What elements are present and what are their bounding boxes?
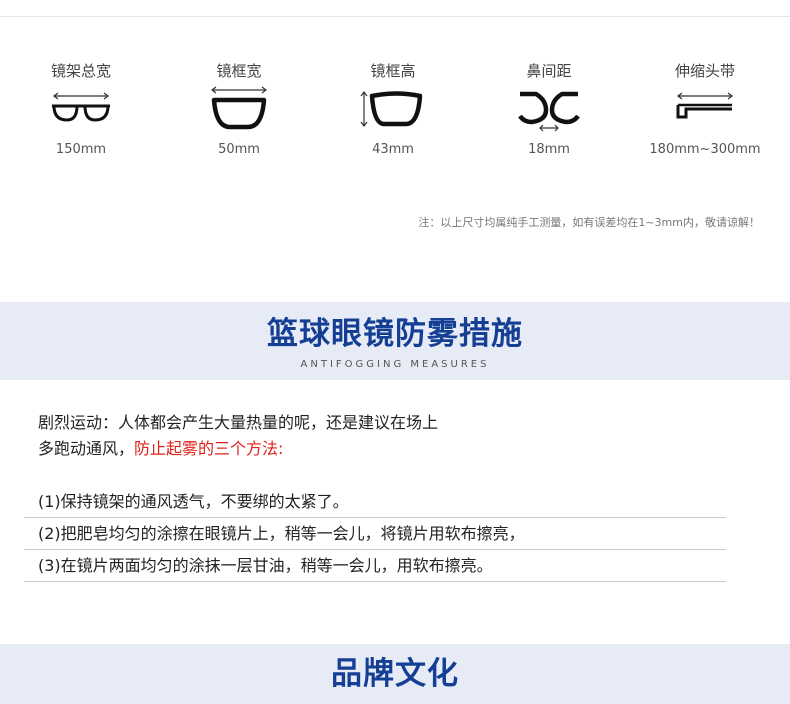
lens-width-icon xyxy=(164,82,314,136)
spec-value: 150mm xyxy=(55,142,107,157)
top-divider xyxy=(0,16,790,17)
measurement-note: 注：以上尺寸均属纯手工测量，如有误差均在1~3mm内，敬请谅解！ xyxy=(418,216,760,229)
spec-value: 180mm~300mm xyxy=(649,142,761,157)
spec-value: 43mm xyxy=(372,142,414,157)
spec-value: 18mm xyxy=(528,142,570,157)
list-item: (2)把肥皂均匀的涂擦在眼镜片上，稍等一会儿，将镜片用软布擦亮， xyxy=(24,518,726,550)
spec-value: 50mm xyxy=(218,142,260,157)
section-title: 篮球眼镜防雾措施 xyxy=(267,316,523,352)
brand-banner: 品牌文化 xyxy=(0,644,790,704)
strap-length-icon xyxy=(630,82,780,136)
spec-lens-width: 镜框宽 50mm xyxy=(164,60,314,160)
section-title: 品牌文化 xyxy=(331,656,459,692)
intro-line: 多跑动通风，防止起雾的三个方法: xyxy=(38,436,438,462)
antifog-banner: 篮球眼镜防雾措施 ANTIFOGGING MEASURES xyxy=(0,302,790,380)
spec-bridge-width: 鼻间距 18mm xyxy=(474,60,624,160)
method-list: (1)保持镜架的通风透气，不要绑的太紧了。 (2)把肥皂均匀的涂擦在眼镜片上，稍… xyxy=(24,486,726,582)
lens-height-icon xyxy=(318,82,468,136)
spec-strap-length: 伸缩头带 180mm~300mm xyxy=(630,60,780,160)
spec-row: 镜架总宽 150mm 镜框宽 50mm 镜框高 43mm 鼻间距 18mm 伸缩… xyxy=(0,60,790,180)
intro-highlight: 防止起雾的三个方法: xyxy=(134,439,284,458)
intro-line: 剧烈运动：人体都会产生大量热量的呢，还是建议在场上 xyxy=(38,413,439,432)
bridge-width-icon xyxy=(474,82,624,136)
list-item: (3)在镜片两面均匀的涂抹一层甘油，稍等一会儿，用软布擦亮。 xyxy=(24,550,726,582)
spec-lens-height: 镜框高 43mm xyxy=(318,60,468,160)
spec-label: 伸缩头带 xyxy=(674,62,735,80)
frame-total-width-icon xyxy=(6,82,156,136)
intro-text: 多跑动通风， xyxy=(38,439,135,458)
spec-label: 镜框宽 xyxy=(216,62,262,80)
spec-label: 镜架总宽 xyxy=(50,62,111,80)
section-subtitle: ANTIFOGGING MEASURES xyxy=(300,359,490,370)
list-item: (1)保持镜架的通风透气，不要绑的太紧了。 xyxy=(24,486,726,518)
antifog-intro: 剧烈运动：人体都会产生大量热量的呢，还是建议在场上 多跑动通风，防止起雾的三个方… xyxy=(38,410,438,462)
spec-label: 镜框高 xyxy=(370,62,416,80)
spec-total-width: 镜架总宽 150mm xyxy=(6,60,156,160)
spec-label: 鼻间距 xyxy=(526,62,572,80)
